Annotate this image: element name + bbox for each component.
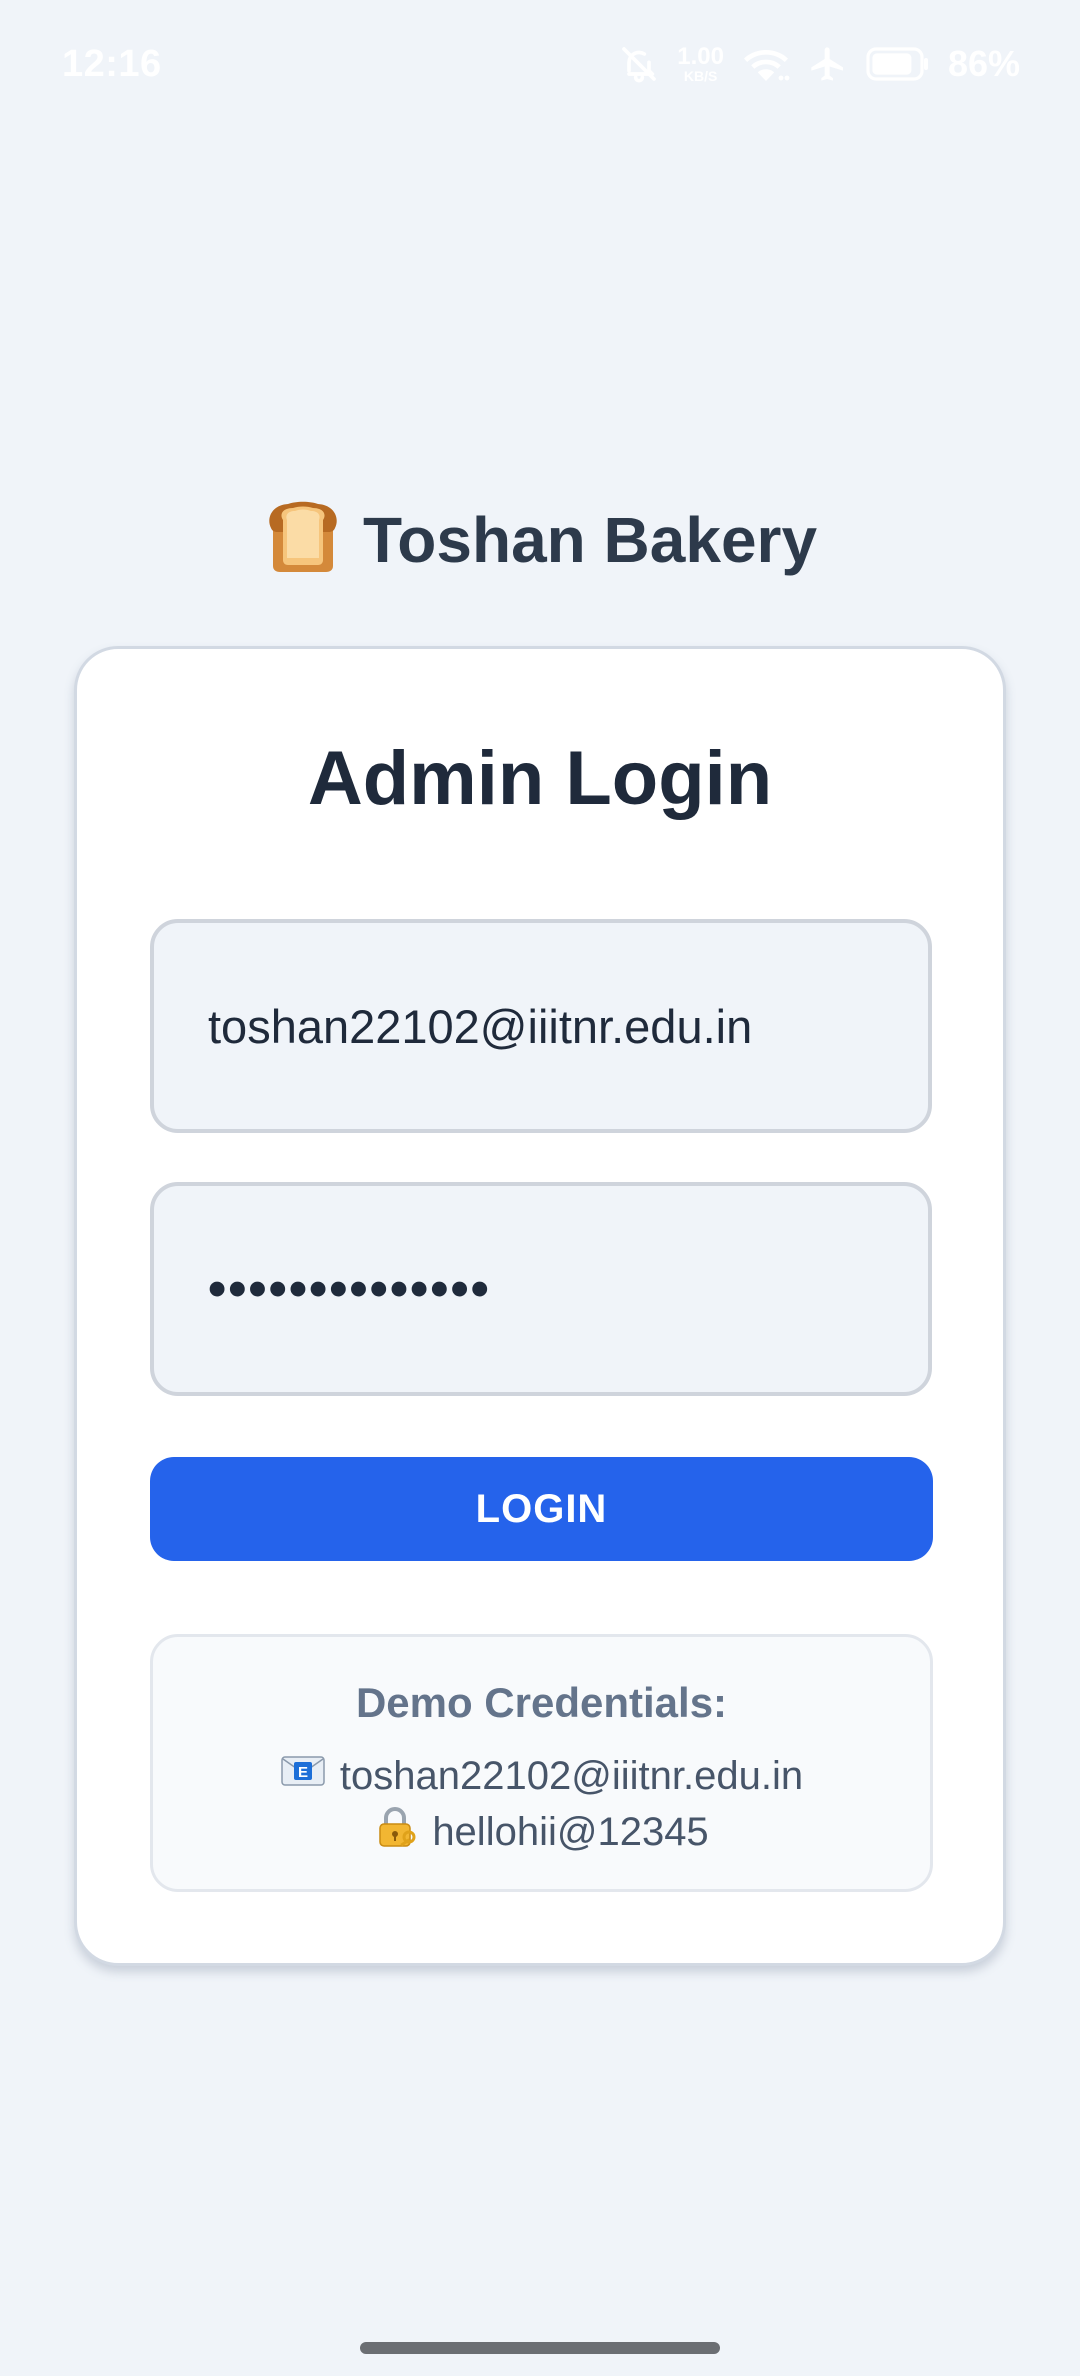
demo-credentials-title: Demo Credentials: (355, 1679, 728, 1726)
status-time: 12:16 (62, 42, 162, 85)
svg-text:E: E (298, 1764, 308, 1781)
wifi-icon (742, 44, 790, 84)
password-field[interactable]: •••••••••••••• (150, 1182, 932, 1396)
network-speed-unit: KB/S (683, 68, 718, 84)
email-field[interactable]: toshan22102@iiitnr.edu.in (150, 919, 932, 1133)
status-bar: 12:16 1.00 KB/S 86% (0, 0, 1080, 128)
login-heading: Admin Login (307, 736, 773, 821)
airplane-icon (808, 44, 848, 84)
demo-password-line: hellohii@12345 (153, 1805, 930, 1859)
lock-key-icon (374, 1805, 418, 1859)
status-icons: 1.00 KB/S 86% (619, 43, 1020, 85)
bell-off-icon (619, 44, 659, 84)
password-field-value: •••••••••••••• (208, 1260, 491, 1318)
battery-icon (866, 47, 930, 81)
demo-credentials-box: Demo Credentials: E toshan22102@iiitnr.e… (150, 1634, 933, 1892)
login-screen: 12:16 1.00 KB/S 86% Toshan Bakery Admin … (0, 0, 1080, 2376)
battery-percent: 86% (947, 43, 1020, 84)
brand-title: Toshan Bakery (362, 503, 818, 576)
bread-icon (263, 500, 343, 579)
demo-email-line: E toshan22102@iiitnr.edu.in (153, 1753, 930, 1799)
email-field-value: toshan22102@iiitnr.edu.in (208, 999, 753, 1053)
network-speed: 1.00 KB/S (677, 43, 724, 84)
login-button[interactable]: LOGIN (150, 1457, 933, 1561)
network-speed-value: 1.00 (677, 43, 724, 70)
brand-header: Toshan Bakery (0, 500, 1080, 579)
home-indicator[interactable] (360, 2342, 720, 2354)
login-card: Admin Login toshan22102@iiitnr.edu.in ••… (74, 646, 1006, 1966)
envelope-e-icon: E (280, 1753, 326, 1799)
demo-password: hellohii@12345 (432, 1809, 709, 1854)
demo-email: toshan22102@iiitnr.edu.in (339, 1753, 804, 1798)
